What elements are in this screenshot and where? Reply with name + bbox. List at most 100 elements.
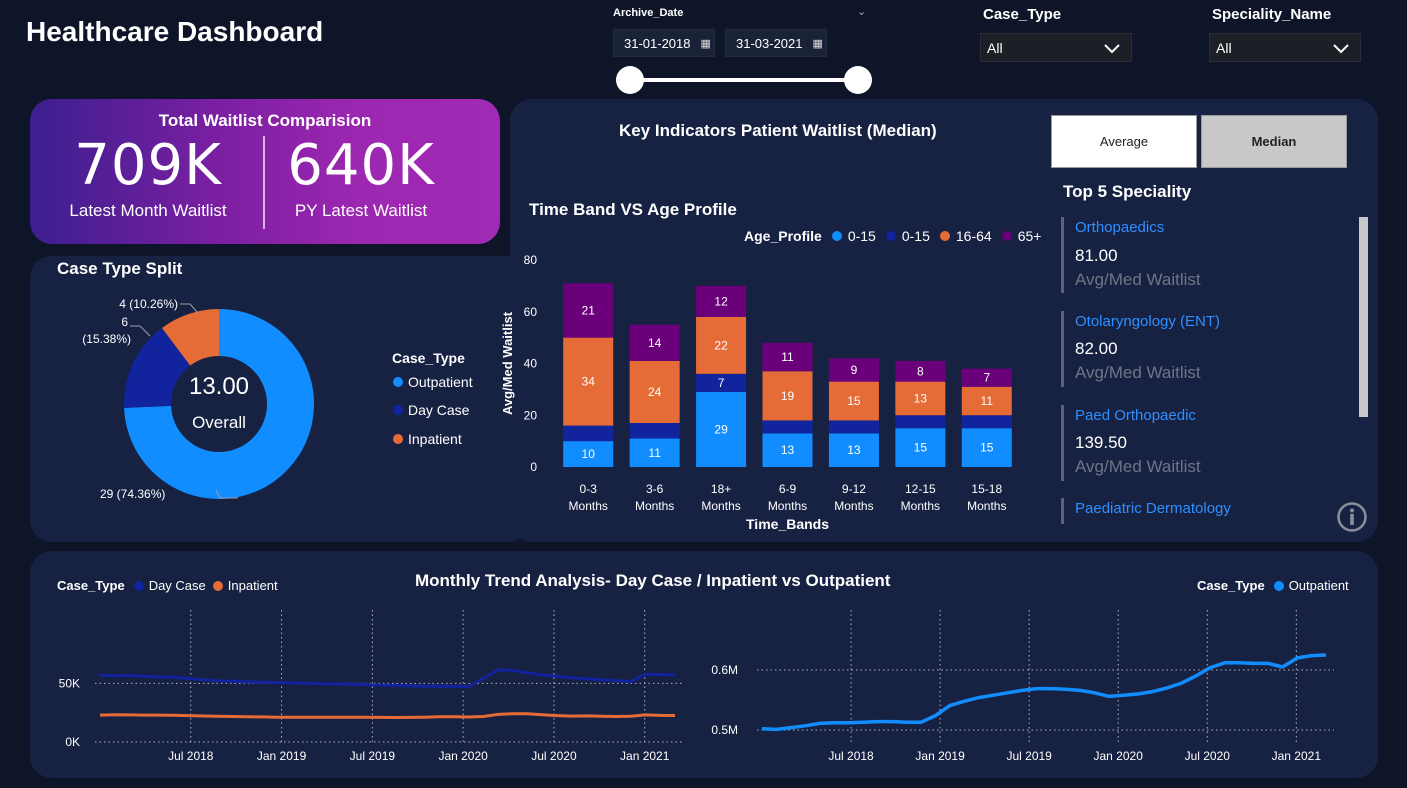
calendar-icon[interactable]: ▦ [701, 37, 711, 50]
speciality-sub-label: Avg/Med Waitlist [1075, 457, 1201, 476]
speciality-value: 82.00 [1075, 339, 1118, 358]
speciality-value: All [1216, 39, 1232, 56]
y-tick-label: 80 [524, 253, 538, 267]
speciality-scrollbar[interactable] [1359, 217, 1368, 417]
bar-data-label: 11 [981, 394, 994, 408]
date-range-slider[interactable] [630, 78, 858, 82]
archive-date-label: Archive_Date [613, 7, 684, 19]
x-tick-label: Jul 2020 [1185, 749, 1231, 763]
series-line-day-case[interactable] [99, 668, 676, 688]
date-to-input[interactable]: 31-03-2021 ▦ [725, 29, 827, 57]
legend-label[interactable]: Inpatient [228, 578, 278, 593]
x-tick-label: Months [635, 499, 674, 513]
x-tick-label: 15-18 [971, 482, 1002, 496]
series-line-inpatient[interactable] [99, 712, 676, 719]
bar-data-label: 24 [648, 385, 662, 399]
key-indicators-title: Key Indicators Patient Waitlist (Median) [619, 121, 937, 140]
case-type-slicer-label: Case_Type [983, 6, 1062, 23]
legend-dot [393, 377, 403, 387]
speciality-dropdown[interactable]: All [1209, 33, 1361, 62]
legend-dot [939, 231, 950, 241]
bar-data-label: 8 [917, 364, 924, 378]
bar-data-label: 29 [714, 422, 728, 436]
x-tick-label: 6-9 [779, 482, 797, 496]
bar-segment[interactable] [895, 415, 946, 429]
donut-data-label: (15.38%) [82, 332, 131, 346]
legend-dot [393, 434, 403, 444]
legend-label[interactable]: 0-15 [902, 228, 930, 244]
x-tick-label: Jul 2019 [1006, 749, 1052, 763]
legend-label: Day Case [408, 402, 470, 418]
case-type-value: All [987, 39, 1003, 56]
speciality-name[interactable]: Orthopaedics [1075, 219, 1164, 236]
bar-segment[interactable] [563, 425, 614, 442]
x-tick-label: Jan 2019 [257, 749, 307, 763]
legend-label[interactable]: 65+ [1018, 228, 1042, 244]
x-tick-label: Jan 2020 [1094, 749, 1144, 763]
legend-label[interactable]: 16-64 [956, 228, 992, 244]
case-type-dropdown[interactable]: All [980, 33, 1132, 62]
x-tick-label: 9-12 [842, 482, 866, 496]
bar-segment[interactable] [828, 420, 879, 434]
speciality-name[interactable]: Paed Orthopaedic [1075, 407, 1196, 424]
py-latest-waitlist-value: 640K [287, 133, 435, 198]
legend-label[interactable]: Outpatient [1289, 578, 1349, 593]
legend-dot [133, 580, 144, 591]
bar-data-label: 10 [582, 447, 596, 461]
bar-data-label: 15 [914, 441, 928, 455]
average-toggle-button[interactable]: Average [1051, 115, 1197, 168]
series-line-outpatient[interactable] [761, 653, 1327, 732]
bar-chart-title: Time Band VS Age Profile [529, 200, 737, 219]
y-tick-label: 40 [524, 357, 538, 371]
x-tick-label: Months [967, 499, 1006, 513]
legend-label[interactable]: Day Case [149, 578, 206, 593]
total-waitlist-card: Total Waitlist Comparision 709K Latest M… [30, 99, 500, 244]
legend-item-day-case[interactable]: Day Case [393, 402, 469, 418]
speciality-name[interactable]: Otolaryngology (ENT) [1075, 313, 1220, 330]
x-tick-label: Months [901, 499, 940, 513]
bar-data-label: 7 [983, 371, 990, 385]
bar-data-label: 12 [714, 294, 728, 308]
age-profile-legend: Age_Profile 0-15 0-15 16-64 65+ [744, 228, 1041, 244]
case-type-split-title: Case Type Split [57, 259, 183, 278]
speciality-accent-bar [1061, 405, 1064, 481]
bar-segment[interactable] [961, 415, 1012, 429]
chevron-down-icon[interactable]: ⌄ [857, 5, 866, 18]
top-speciality-title: Top 5 Speciality [1063, 182, 1192, 201]
chevron-down-icon [1104, 43, 1120, 53]
speciality-name[interactable]: Paediatric Dermatology [1075, 500, 1231, 517]
trend-left-legend-title: Case_Type [57, 578, 125, 593]
bar-segment[interactable] [629, 423, 680, 439]
x-tick-label: Months [701, 499, 740, 513]
speciality-accent-bar [1061, 311, 1064, 387]
median-toggle-button[interactable]: Median [1201, 115, 1347, 168]
legend-item-outpatient[interactable]: Outpatient [393, 374, 473, 390]
x-tick-label: Jul 2018 [828, 749, 874, 763]
bar-data-label: 34 [582, 375, 596, 389]
date-to-value: 31-03-2021 [736, 35, 803, 51]
slider-start-handle[interactable] [616, 66, 644, 94]
legend-dot [1001, 231, 1012, 241]
y-tick-label: 0.5M [711, 723, 738, 737]
legend-label[interactable]: 0-15 [848, 228, 876, 244]
bar-data-label: 7 [718, 376, 725, 390]
x-tick-label: Jan 2019 [915, 749, 965, 763]
info-icon[interactable] [1336, 501, 1368, 533]
donut-leader-line [180, 303, 199, 314]
chevron-down-icon [1333, 43, 1349, 53]
bar-segment[interactable] [762, 420, 813, 434]
bar-data-label: 11 [648, 446, 661, 460]
bar-data-label: 11 [781, 350, 794, 364]
age-profile-legend-title: Age_Profile [744, 228, 822, 244]
donut-center-value: 13.00 [189, 373, 249, 400]
donut-data-label: 4 (10.26%) [119, 297, 178, 311]
slider-end-handle[interactable] [844, 66, 872, 94]
speciality-slicer-label: Speciality_Name [1212, 6, 1332, 23]
legend-label: Outpatient [408, 374, 473, 390]
calendar-icon[interactable]: ▦ [813, 37, 823, 50]
date-from-input[interactable]: 31-01-2018 ▦ [613, 29, 715, 57]
y-tick-label: 0.6M [711, 663, 738, 677]
legend-item-inpatient[interactable]: Inpatient [393, 431, 462, 447]
latest-month-waitlist-value: 709K [74, 133, 222, 198]
outpatient-line-chart: 0.5M 0.6M Jul 2018 Jan 2019 Jul 2019 Jan 2020… [711, 610, 1334, 763]
